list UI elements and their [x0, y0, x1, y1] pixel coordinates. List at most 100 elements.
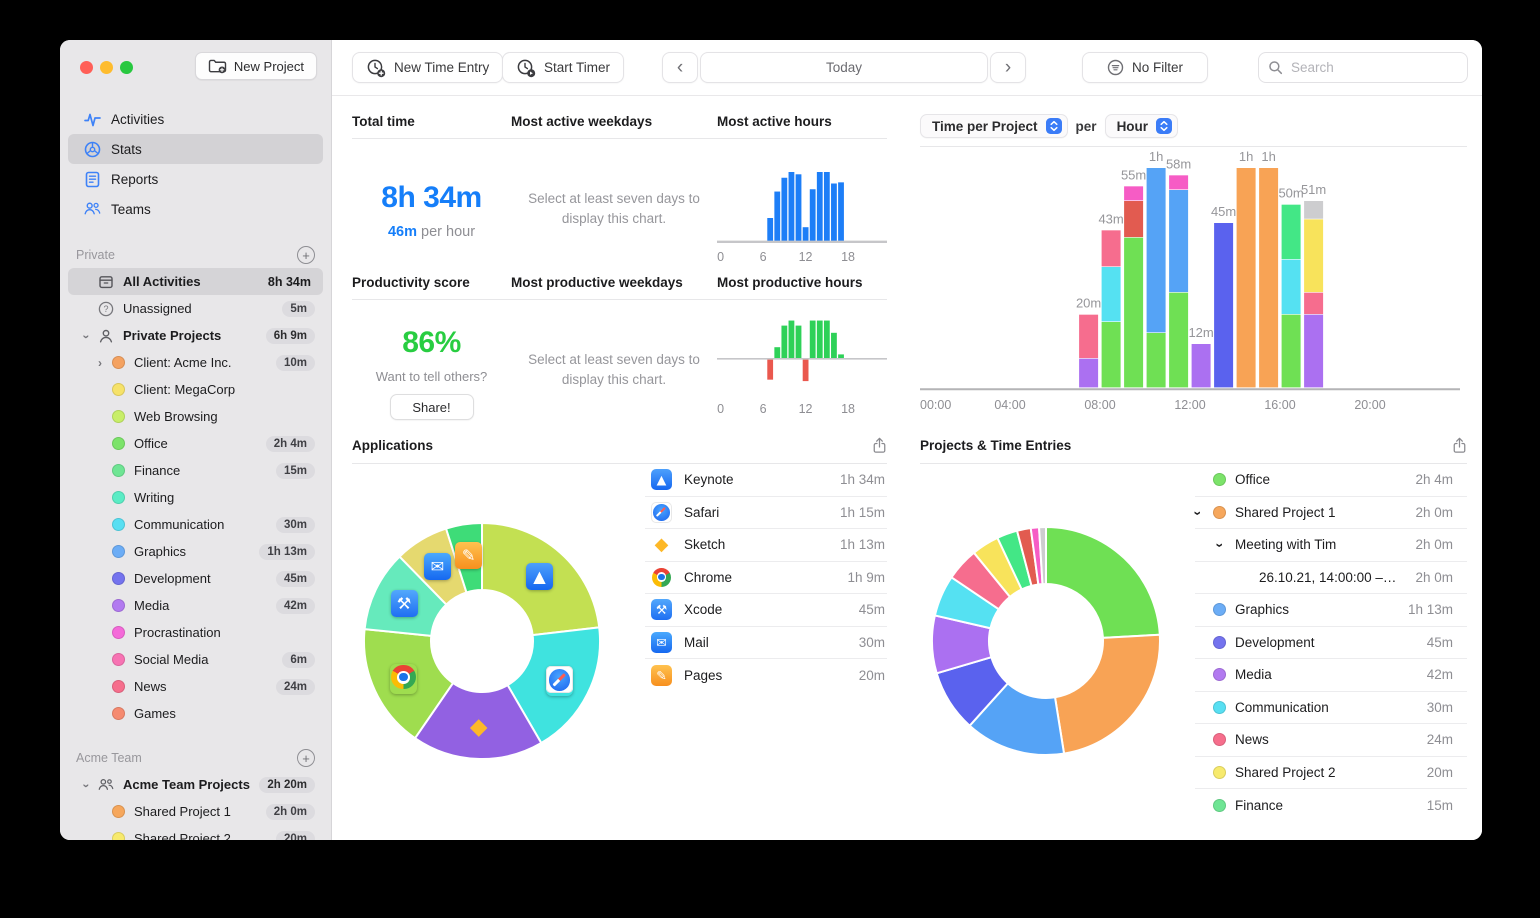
sketch-app-icon: ◆ [465, 714, 492, 741]
project-row-finance[interactable]: Finance15m [1195, 789, 1467, 822]
previous-period-button[interactable]: ‹ [662, 52, 698, 83]
stats-icon [84, 141, 101, 158]
project-color-dot [1213, 603, 1226, 616]
toolbar: New Time Entry Start Timer ‹ Today › No … [332, 40, 1482, 96]
sidebar-item-shared-project-1[interactable]: Shared Project 12h 0m [68, 798, 323, 825]
svg-text:58m: 58m [1166, 156, 1191, 171]
project-color-dot [1213, 636, 1226, 649]
project-color-dot [1213, 733, 1226, 746]
chevron-down-icon[interactable]: › [84, 329, 98, 343]
sidebar-item-acme-team-projects[interactable]: ›Acme Team Projects2h 20m [68, 771, 323, 798]
item-label: All Activities [123, 274, 268, 289]
sidebar-item-procrastination[interactable]: Procrastination [68, 619, 323, 646]
start-timer-button[interactable]: Start Timer [502, 52, 624, 83]
clock-play-icon [516, 58, 536, 78]
sidebar-item-media[interactable]: Media42m [68, 592, 323, 619]
sidebar-item-all-activities[interactable]: All Activities8h 34m [68, 268, 323, 295]
item-label: Media [134, 598, 276, 613]
titlebar: New Project [60, 40, 331, 96]
filter-button[interactable]: No Filter [1082, 52, 1208, 83]
application-row-sketch[interactable]: ◆Sketch1h 13m [645, 529, 887, 562]
share-button[interactable]: Share! [390, 394, 474, 420]
productivity-card: Productivity score 86% Want to tell othe… [352, 275, 511, 420]
project-name: Graphics [1235, 602, 1408, 617]
application-time: 20m [859, 668, 887, 683]
project-row-meeting-with-tim[interactable]: ›Meeting with Tim2h 0m [1195, 529, 1467, 562]
chevron-down-icon[interactable]: › [84, 778, 98, 792]
close-window-button[interactable] [80, 61, 93, 74]
project-row-communication[interactable]: Communication30m [1195, 692, 1467, 725]
sidebar-item-office[interactable]: Office2h 4m [68, 430, 323, 457]
minimize-window-button[interactable] [100, 61, 113, 74]
item-time: 45m [276, 571, 315, 587]
metric-select[interactable]: Time per Project [920, 114, 1068, 138]
project-time: 2h 4m [1415, 472, 1455, 487]
sidebar-item-development[interactable]: Development45m [68, 565, 323, 592]
sidebar-item-finance[interactable]: Finance15m [68, 457, 323, 484]
projects-donut-svg [930, 525, 1162, 757]
project-row-26-10-21-14-00-00-[interactable]: 26.10.21, 14:00:00 –…2h 0m [1195, 562, 1467, 595]
sidebar-item-unassigned[interactable]: ?Unassigned5m [68, 295, 323, 322]
zoom-window-button[interactable] [120, 61, 133, 74]
project-row-news[interactable]: News24m [1195, 724, 1467, 757]
chevron-down-icon[interactable]: › [1217, 537, 1235, 552]
application-row-keynote[interactable]: ▲Keynote1h 34m [645, 464, 887, 497]
chevron-right-icon[interactable]: › [98, 356, 112, 370]
application-row-pages[interactable]: ✎Pages20m [645, 659, 887, 692]
sidebar-item-graphics[interactable]: Graphics1h 13m [68, 538, 323, 565]
date-range-button[interactable]: Today [700, 52, 988, 83]
sidebar-nav-reports[interactable]: Reports [68, 164, 323, 194]
chevron-down-icon[interactable]: › [1195, 505, 1213, 520]
application-time: 30m [859, 635, 887, 650]
sidebar-item-shared-project-2[interactable]: Shared Project 220m [68, 825, 323, 840]
project-row-shared-project-1[interactable]: ›Shared Project 12h 0m [1195, 497, 1467, 530]
applications-list: ▲Keynote1h 34mSafari1h 15m◆Sketch1h 13mC… [645, 464, 887, 761]
search-input[interactable] [1289, 59, 1439, 76]
next-period-button[interactable]: › [990, 52, 1026, 83]
sidebar-item-web-browsing[interactable]: Web Browsing [68, 403, 323, 430]
pages-donut-badge: ✎ [455, 542, 482, 569]
svg-text:0: 0 [717, 250, 724, 264]
new-time-entry-button[interactable]: New Time Entry [352, 52, 503, 83]
most-active-hours-card: Most active hours 061218 [717, 114, 887, 269]
project-color-dot [112, 680, 125, 693]
sidebar-nav-activities[interactable]: Activities [68, 104, 323, 134]
project-row-office[interactable]: Office2h 4m [1195, 464, 1467, 497]
project-row-development[interactable]: Development45m [1195, 627, 1467, 660]
sidebar-item-news[interactable]: News24m [68, 673, 323, 700]
svg-text:12: 12 [799, 250, 813, 264]
add-project-button[interactable]: + [297, 246, 315, 264]
project-time: 24m [1427, 732, 1455, 747]
main-panel: New Time Entry Start Timer ‹ Today › No … [332, 40, 1482, 840]
project-row-shared-project-2[interactable]: Shared Project 220m [1195, 757, 1467, 790]
item-time: 42m [276, 598, 315, 614]
export-icon[interactable] [872, 437, 887, 454]
project-breakdown-card: Time per Project per Hour 20m43m55m1h58m… [920, 114, 1467, 423]
item-time: 1h 13m [259, 544, 315, 560]
sidebar-nav-stats[interactable]: Stats [68, 134, 323, 164]
sidebar-item-games[interactable]: Games [68, 700, 323, 727]
sidebar-item-communication[interactable]: Communication30m [68, 511, 323, 538]
add-project-button[interactable]: + [297, 749, 315, 767]
application-row-chrome[interactable]: Chrome1h 9m [645, 562, 887, 595]
application-row-xcode[interactable]: ⚒Xcode45m [645, 594, 887, 627]
export-icon[interactable] [1452, 437, 1467, 454]
application-row-mail[interactable]: ✉Mail30m [645, 627, 887, 660]
sidebar-item-client-acme-inc-[interactable]: ›Client: Acme Inc.10m [68, 349, 323, 376]
sidebar-nav-teams[interactable]: Teams [68, 194, 323, 224]
nav-label: Teams [111, 202, 151, 217]
sidebar-item-social-media[interactable]: Social Media6m [68, 646, 323, 673]
item-label: Unassigned [123, 301, 282, 316]
application-name: Pages [684, 668, 859, 683]
new-project-button[interactable]: New Project [195, 52, 317, 80]
project-row-graphics[interactable]: Graphics1h 13m [1195, 594, 1467, 627]
stats-content: Total time 8h 34m 46m per hour Most acti… [332, 96, 1482, 840]
interval-select[interactable]: Hour [1105, 114, 1179, 138]
sidebar-item-private-projects[interactable]: ›Private Projects6h 9m [68, 322, 323, 349]
item-time: 2h 4m [266, 436, 315, 452]
project-row-media[interactable]: Media42m [1195, 659, 1467, 692]
search-field[interactable] [1258, 52, 1468, 83]
sidebar-item-writing[interactable]: Writing [68, 484, 323, 511]
application-row-safari[interactable]: Safari1h 15m [645, 497, 887, 530]
sidebar-item-client-megacorp[interactable]: Client: MegaCorp [68, 376, 323, 403]
